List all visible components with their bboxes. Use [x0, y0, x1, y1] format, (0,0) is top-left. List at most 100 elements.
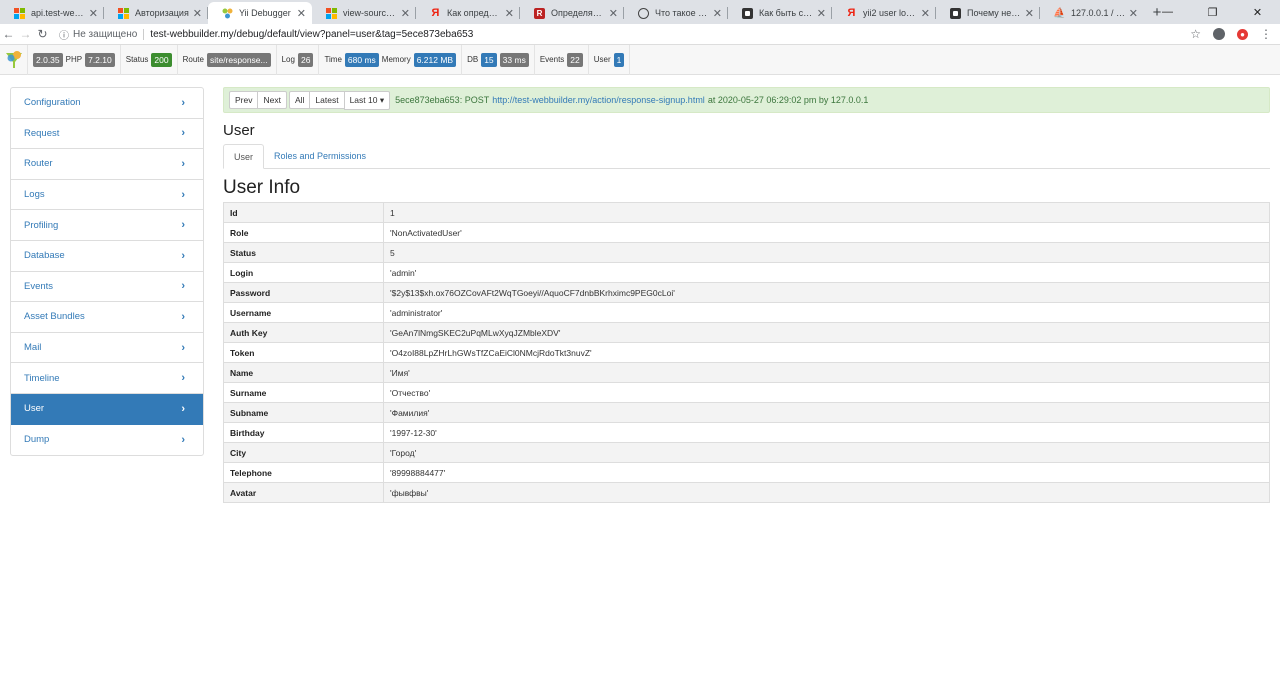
chevron-right-icon: › [181, 310, 185, 323]
sidebar-item-router[interactable]: Router › [11, 149, 203, 180]
sidebar-item-timeline[interactable]: Timeline › [11, 363, 203, 394]
toolbar-status[interactable]: Status 200 [121, 44, 178, 75]
url-box[interactable]: ⓘ Не защищено test-webbuilder.my/debug/d… [59, 27, 1190, 42]
close-icon[interactable]: ✕ [1025, 7, 1034, 20]
sidebar-item-label: Request [24, 127, 60, 139]
browser-tab[interactable]: api.test-webbuild ✕ [0, 2, 104, 24]
url-text[interactable]: test-webbuilder.my/debug/default/view?pa… [150, 29, 473, 40]
next-button[interactable]: Next [257, 91, 287, 109]
browser-tab[interactable]: view-source:test- ✕ [312, 2, 416, 24]
browser-tab-active[interactable]: Yii Debugger ✕ [208, 2, 312, 24]
row-value: '$2y$13$xh.ox76OZCovAFt2WqTGoeyi//AquoCF… [383, 282, 1270, 303]
last10-dropdown[interactable]: Last 10 ▾ [343, 90, 391, 110]
sidebar-item-label: Events [24, 280, 54, 292]
request-url-link[interactable]: http://test-webbuilder.my/action/respons… [492, 95, 705, 105]
r-icon: R [534, 7, 545, 19]
sidebar-item-logs[interactable]: Logs › [11, 180, 203, 211]
close-icon[interactable]: ✕ [401, 7, 410, 20]
browser-tab-title: Yii Debugger [239, 8, 291, 18]
back-icon[interactable]: ← [0, 27, 17, 41]
request-meta: at 2020-05-27 06:29:02 pm by 127.0.0.1 [707, 95, 869, 105]
panel-tabs: User Roles and Permissions [223, 144, 1270, 169]
row-key: Subname [223, 402, 384, 423]
sidebar-item-label: Database [24, 250, 65, 262]
prev-button[interactable]: Prev [229, 91, 259, 109]
sidebar-item-user[interactable]: User › [11, 393, 203, 425]
forward-icon[interactable]: → [17, 27, 34, 41]
grid-icon [118, 7, 129, 19]
chevron-right-icon: › [181, 249, 185, 262]
sidebar-item-database[interactable]: Database › [11, 241, 203, 272]
tab-roles-and-permissions[interactable]: Roles and Permissions [264, 144, 376, 168]
browser-tab[interactable]: ⛵ 127.0.0.1 / 127.0.0 ✕ [1040, 2, 1144, 24]
row-value: 'admin' [383, 262, 1270, 283]
close-icon[interactable]: ✕ [921, 7, 930, 20]
grid-icon [14, 7, 25, 19]
stack-icon [742, 7, 753, 19]
browser-tab[interactable]: Я Как определить ✕ [416, 2, 520, 24]
row-key: Avatar [223, 482, 384, 503]
sidebar-item-mail[interactable]: Mail › [11, 333, 203, 364]
yii-logo[interactable] [0, 44, 28, 75]
row-key: Auth Key [223, 322, 384, 343]
toolbar-version[interactable]: 2.0.35 PHP 7.2.10 [28, 44, 121, 75]
toolbar-route[interactable]: Route site/response... [178, 44, 277, 75]
sidebar-item-asset-bundles[interactable]: Asset Bundles › [11, 302, 203, 333]
reload-icon[interactable]: ↻ [34, 27, 51, 41]
toolbar-events[interactable]: Events 22 [535, 44, 589, 75]
close-icon[interactable]: ✕ [297, 7, 306, 20]
close-icon[interactable]: ✕ [1129, 7, 1138, 20]
minimize-icon[interactable]: — [1145, 0, 1190, 24]
sidebar-item-events[interactable]: Events › [11, 272, 203, 303]
request-callout: Prev Next All Latest Last 10 ▾ 5ece873eb… [223, 87, 1270, 113]
address-bar: ← → ↻ ⓘ Не защищено test-webbuilder.my/d… [0, 24, 1280, 45]
browser-tab[interactable]: Как быть с этой ✕ [728, 2, 832, 24]
close-icon[interactable]: ✕ [193, 7, 202, 20]
sidebar-item-profiling[interactable]: Profiling › [11, 210, 203, 241]
chevron-right-icon: › [181, 96, 185, 109]
tab-user[interactable]: User [223, 144, 265, 169]
nav-buttons: Prev Next All Latest Last 10 ▾ [229, 90, 391, 110]
close-icon[interactable]: ✕ [89, 7, 98, 20]
star-icon[interactable]: ☆ [1190, 27, 1201, 41]
browser-tab-title: Что такое CORS [655, 8, 710, 18]
close-icon[interactable]: ✕ [817, 7, 826, 20]
section-title: User Info [223, 177, 301, 198]
row-value: '1997-12-30' [383, 422, 1270, 443]
latest-button[interactable]: Latest [309, 91, 345, 109]
menu-icon[interactable]: ⋮ [1260, 27, 1272, 41]
yandex-icon: Я [431, 7, 440, 19]
toolbar-db[interactable]: DB 15 33 ms [462, 44, 535, 75]
row-value: 'NonActivatedUser' [383, 222, 1270, 243]
browser-tab[interactable]: Почему не рабо ✕ [936, 2, 1040, 24]
browser-tab[interactable]: Авторизация ✕ [104, 2, 208, 24]
sidebar-item-label: Timeline [24, 372, 60, 384]
yii-icon [222, 8, 233, 19]
account-icon[interactable] [1213, 28, 1225, 40]
browser-tab[interactable]: Я yii2 user login не ✕ [832, 2, 936, 24]
toolbar-time[interactable]: Time 680 ms Memory 6.212 MB [319, 44, 463, 75]
close-icon[interactable]: ✕ [713, 7, 722, 20]
extension-icon[interactable]: ● [1237, 28, 1248, 40]
row-value: 5 [383, 242, 1270, 263]
info-icon[interactable]: ⓘ [59, 27, 69, 42]
close-icon[interactable]: ✕ [609, 7, 618, 20]
toolbar-log[interactable]: Log 26 [277, 44, 320, 75]
browser-tab[interactable]: R Определяем, чт ✕ [520, 2, 624, 24]
restore-icon[interactable]: ❐ [1190, 0, 1235, 24]
sidebar-item-dump[interactable]: Dump › [11, 425, 203, 456]
browser-tab[interactable]: Что такое CORS ✕ [624, 2, 728, 24]
browser-tab-title: 127.0.0.1 / 127.0.0 [1071, 8, 1126, 18]
status-label: Status [125, 55, 149, 64]
browser-tab-title: view-source:test- [343, 8, 398, 18]
sidebar-item-configuration[interactable]: Configuration › [11, 88, 203, 119]
sidebar-item-request[interactable]: Request › [11, 119, 203, 150]
table-row: Auth Key 'GeAn7lNmgSKEC2uPqMLwXyqJZMbleXD… [223, 322, 1270, 343]
all-button[interactable]: All [288, 91, 311, 109]
sidebar-item-label: Mail [24, 342, 42, 354]
close-window-icon[interactable]: ✕ [1235, 0, 1280, 24]
status-badge: 200 [151, 52, 172, 67]
toolbar-user[interactable]: User 1 [589, 44, 631, 75]
chevron-right-icon: › [181, 127, 185, 140]
close-icon[interactable]: ✕ [505, 7, 514, 20]
